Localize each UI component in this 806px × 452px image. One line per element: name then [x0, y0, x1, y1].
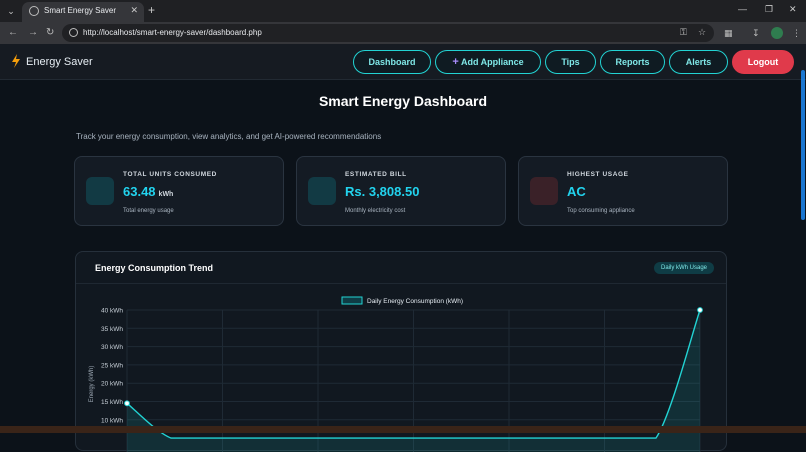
nav-tips-button[interactable]: Tips [545, 50, 596, 74]
info-icon[interactable] [69, 28, 78, 37]
nav-add-appliance-button[interactable]: + Add Appliance [435, 50, 541, 74]
card-label: HIGHEST USAGE [567, 171, 629, 178]
app-navbar: Energy Saver Dashboard + Add Appliance T… [0, 44, 806, 80]
energy-icon [86, 177, 114, 205]
y-tick-label: 15 kWh [101, 399, 123, 406]
stat-card-highest-usage: HIGHEST USAGE AC Top consuming appliance [518, 156, 728, 226]
card-label: TOTAL UNITS CONSUMED [123, 171, 217, 178]
browser-tab[interactable]: Smart Energy Saver ✕ [22, 2, 144, 22]
data-point [124, 400, 130, 407]
page-title: Smart Energy Dashboard [318, 93, 488, 109]
nav-reports-label: Reports [615, 57, 650, 67]
bill-icon [308, 177, 336, 205]
card-unit: kWh [158, 191, 174, 198]
legend-label: Daily Energy Consumption (kWh) [367, 298, 463, 305]
url-text[interactable]: http://localhost/smart-energy-saver/dash… [83, 28, 262, 37]
download-icon[interactable]: ↧ [752, 27, 760, 39]
back-icon[interactable]: ← [8, 27, 18, 39]
logout-button[interactable]: Logout [732, 50, 794, 74]
card-value: 63.48 kWh [123, 184, 174, 199]
page-subtitle: Track your energy consumption, view anal… [76, 132, 382, 141]
y-tick-label: 30 kWh [101, 344, 123, 351]
card-note: Total energy usage [123, 208, 174, 214]
energy-line-chart: 40 kWh 35 kWh 30 kWh 25 kWh 20 kWh 15 kWh 10 k… [89, 296, 703, 452]
nav-dashboard-button[interactable]: Dashboard [353, 50, 431, 74]
close-icon[interactable]: ✕ [130, 5, 138, 16]
card-note: Monthly electricity cost [345, 208, 406, 214]
forward-icon[interactable]: → [28, 27, 38, 39]
y-tick-label: 25 kWh [101, 362, 123, 369]
card-value: Rs. 3,808.50 [345, 184, 420, 199]
lightning-icon [12, 54, 20, 68]
window-close-icon[interactable]: ✕ [789, 4, 797, 15]
new-tab-button[interactable]: + [148, 4, 155, 16]
plus-icon: + [452, 56, 459, 68]
brand-name[interactable]: Energy Saver [26, 56, 93, 68]
extensions-icon[interactable]: ▦ [724, 27, 733, 39]
nav-alerts-label: Alerts [685, 57, 712, 67]
y-axis-label: Energy (kWh) [89, 366, 95, 403]
menu-dots-icon[interactable]: ⋮ [792, 27, 801, 39]
stat-card-estimated-bill: ESTIMATED BILL Rs. 3,808.50 Monthly elec… [296, 156, 506, 226]
reload-icon[interactable]: ↻ [46, 27, 54, 39]
nav-add-appliance-label: Add Appliance [460, 57, 524, 67]
appliance-icon [530, 177, 558, 205]
nav-tips-label: Tips [561, 57, 580, 67]
legend-swatch [341, 296, 363, 305]
data-point [697, 307, 703, 313]
y-tick-label: 20 kWh [101, 381, 123, 388]
profile-icon[interactable] [771, 27, 783, 39]
nav-dashboard-label: Dashboard [368, 57, 416, 67]
y-tick-label: 35 kWh [101, 326, 123, 333]
card-value: AC [567, 184, 586, 199]
site-icon [29, 6, 39, 16]
tab-title: Smart Energy Saver [44, 6, 117, 15]
nav-alerts-button[interactable]: Alerts [669, 50, 728, 74]
logout-label: Logout [747, 57, 779, 67]
tab-menu-icon[interactable]: ⌄ [4, 4, 18, 18]
y-tick-label: 10 kWh [101, 417, 123, 424]
page-scrollbar[interactable] [801, 70, 805, 220]
stat-card-total-units: TOTAL UNITS CONSUMED 63.48 kWh Total ener… [74, 156, 284, 226]
nav-reports-button[interactable]: Reports [600, 50, 665, 74]
password-key-icon[interactable]: ⚿ [680, 27, 687, 38]
address-bar[interactable]: http://localhost/smart-energy-saver/dash… [62, 24, 714, 42]
taskbar-strip [0, 426, 806, 433]
browser-toolbar: ← → ↻ http://localhost/smart-energy-save… [0, 22, 806, 44]
bookmark-star-icon[interactable]: ☆ [698, 27, 706, 38]
chart-panel: Energy Consumption Trend Daily kWh Usage… [75, 251, 727, 452]
card-note: Top consuming appliance [567, 208, 635, 214]
minimize-icon[interactable]: — [738, 4, 747, 14]
y-tick-label: 40 kWh [101, 308, 123, 315]
card-label: ESTIMATED BILL [345, 171, 407, 178]
browser-tabstrip: ⌄ Smart Energy Saver ✕ + — ❐ ✕ [0, 0, 806, 22]
maximize-icon[interactable]: ❐ [765, 4, 773, 15]
